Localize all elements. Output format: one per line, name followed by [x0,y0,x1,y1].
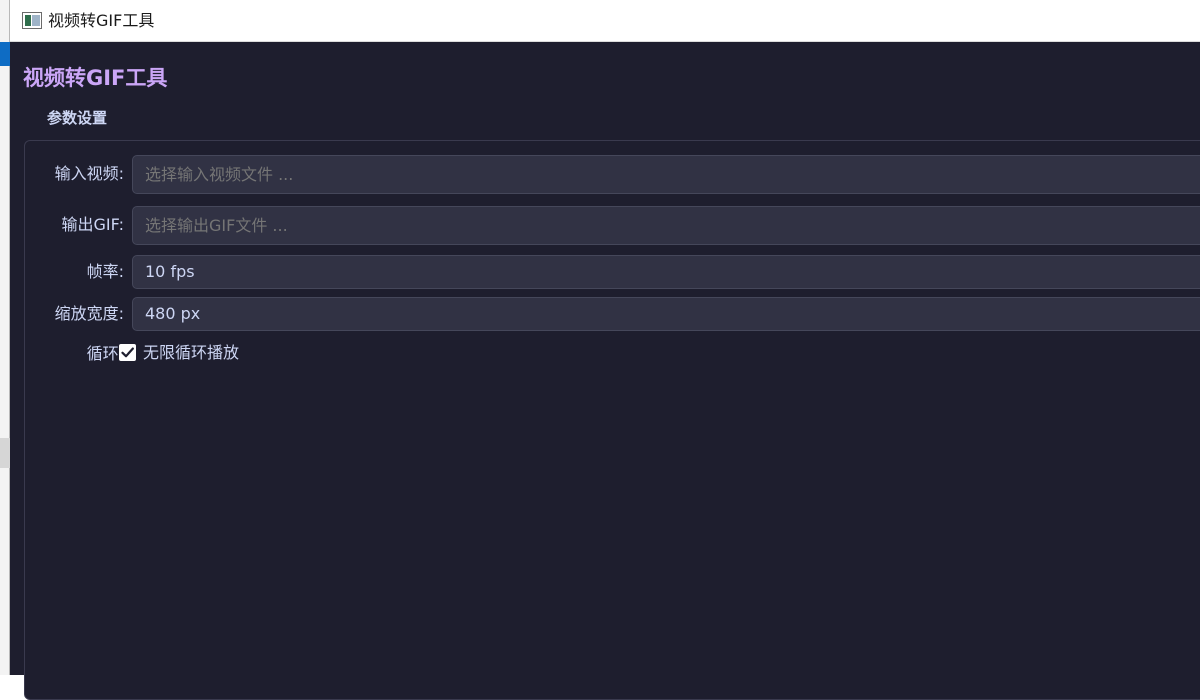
input-video-field[interactable] [132,155,1200,194]
app-heading: 视频转GIF工具 [23,66,168,90]
checkmark-icon [121,347,134,358]
loop-checkbox[interactable] [119,344,136,361]
background-window-edge [0,0,10,675]
frame-rate-spinbox[interactable]: 10 fps [132,255,1200,289]
frame-rate-label: 帧率: [86,262,124,281]
output-gif-field[interactable] [132,206,1200,245]
background-tab [0,438,10,468]
background-accent-bar [0,42,10,66]
scale-width-label: 缩放宽度: [54,304,124,323]
output-gif-label: 输出GIF: [61,215,124,234]
scale-width-spinbox[interactable]: 480 px [132,297,1200,331]
settings-group-box: 输入视频: 输出GIF: 帧率: 10 fps 缩放宽度: 480 px 循环: [24,140,1200,700]
settings-group-title: 参数设置 [47,109,108,127]
window-title: 视频转GIF工具 [48,11,155,30]
loop-label: 循环: [86,344,124,363]
app-window-icon [22,12,42,29]
title-bar[interactable]: 视频转GIF工具 [10,0,1200,42]
loop-checkbox-label[interactable]: 无限循环播放 [143,342,239,364]
app-window: 视频转GIF工具 视频转GIF工具 参数设置 输入视频: 输出GIF: 帧率: … [10,0,1200,700]
input-video-label: 输入视频: [54,164,124,183]
